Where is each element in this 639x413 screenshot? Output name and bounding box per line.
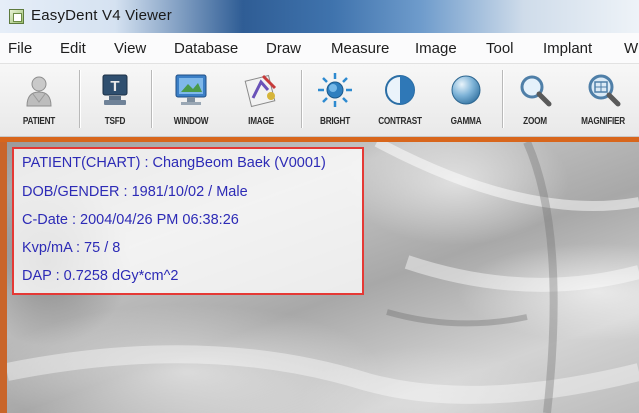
toolbar-separator (79, 70, 80, 128)
zoom-label: ZOOM (523, 116, 547, 127)
tsfd-label: TSFD (104, 116, 126, 127)
menu-measure[interactable]: Measure (331, 40, 389, 57)
menu-implant[interactable]: Implant (543, 40, 592, 57)
zoom-button[interactable]: ZOOM (506, 68, 564, 131)
svg-text:T: T (110, 78, 119, 95)
magnifier-icon (588, 74, 621, 107)
patient-chart-text: PATIENT(CHART) : ChangBeom Baek (V0001) (22, 155, 326, 171)
app-window: EasyDent V4 Viewer File Edit View Databa… (0, 0, 639, 413)
menu-draw[interactable]: Draw (266, 40, 301, 57)
bright-button[interactable]: BRIGHT (305, 68, 365, 131)
gamma-icon (451, 75, 481, 105)
image-icon (244, 74, 277, 108)
bright-icon (318, 73, 352, 107)
magnifier-button[interactable]: MAGNIFIER (570, 68, 636, 131)
menu-bar: File Edit View Database Draw Measure Ima… (0, 33, 639, 64)
menu-view[interactable]: View (114, 40, 146, 57)
tsfd-button[interactable]: T TSFD (86, 68, 144, 131)
menu-file[interactable]: File (8, 40, 32, 57)
dap-text: DAP : 0.7258 dGy*cm^2 (22, 268, 179, 284)
window-title: EasyDent V4 Viewer (31, 7, 172, 24)
image-label: IMAGE (248, 116, 274, 127)
patient-label: PATIENT (22, 116, 56, 127)
tsfd-icon: T (102, 74, 128, 105)
menu-database[interactable]: Database (174, 40, 238, 57)
menu-image[interactable]: Image (415, 40, 457, 57)
toolbar-separator (151, 70, 152, 128)
title-bar: EasyDent V4 Viewer (0, 0, 639, 33)
kvp-ma-text: Kvp/mA : 75 / 8 (22, 240, 121, 256)
patient-info-overlay: PATIENT(CHART) : ChangBeom Baek (V0001) … (12, 147, 364, 295)
toolbar-separator (301, 70, 302, 128)
patient-button[interactable]: PATIENT (6, 68, 72, 131)
window-icon (175, 74, 207, 105)
menu-tool[interactable]: Tool (486, 40, 514, 57)
contrast-label: CONTRAST (378, 116, 422, 127)
contrast-icon (385, 75, 415, 105)
toolbar-separator (502, 70, 503, 128)
viewport-left-border (0, 142, 7, 413)
bright-label: BRIGHT (320, 116, 350, 127)
magnifier-label: MAGNIFIER (581, 116, 625, 127)
dob-gender-text: DOB/GENDER : 1981/10/02 / Male (22, 184, 248, 200)
gamma-button[interactable]: GAMMA (436, 68, 496, 131)
gamma-label: GAMMA (450, 116, 482, 127)
app-logo-icon (9, 9, 24, 24)
contrast-button[interactable]: CONTRAST (367, 68, 433, 131)
menu-edit[interactable]: Edit (60, 40, 86, 57)
toolbar: PATIENT T TSFD WINDOW IMAGE BRIGHT CONTR… (0, 64, 639, 137)
zoom-icon (520, 75, 552, 107)
menu-window[interactable]: W (624, 40, 638, 57)
capture-date-text: C-Date : 2004/04/26 PM 06:38:26 (22, 212, 239, 228)
window-button[interactable]: WINDOW (158, 68, 224, 131)
image-button[interactable]: IMAGE (228, 68, 294, 131)
window-label: WINDOW (173, 116, 209, 127)
patient-icon (26, 76, 52, 107)
